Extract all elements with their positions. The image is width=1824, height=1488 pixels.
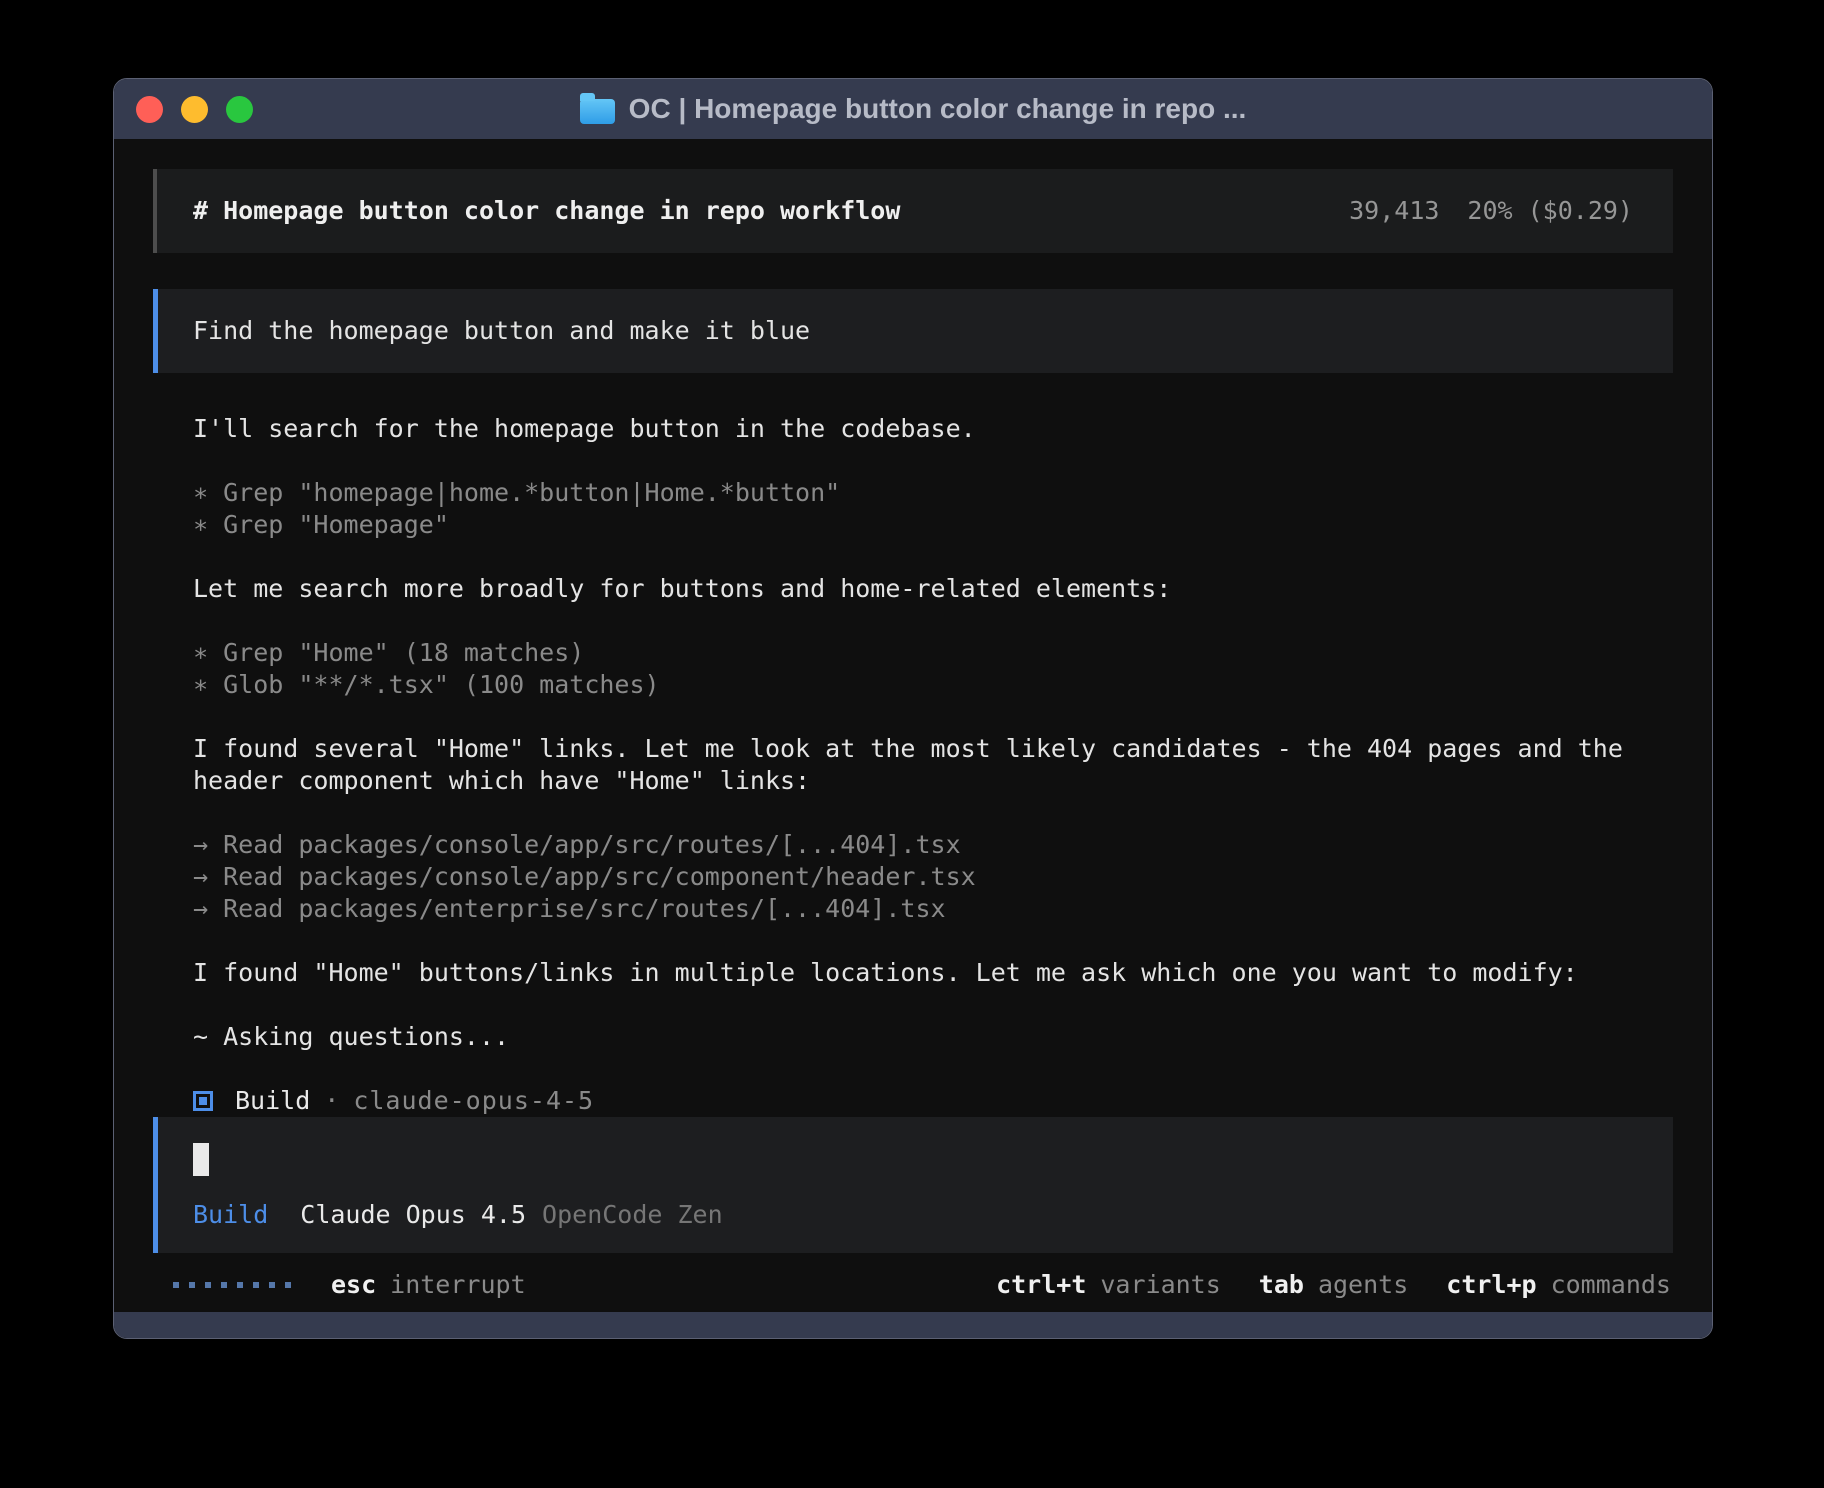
context-usage: 20% ($0.29) (1467, 196, 1633, 225)
window-title: OC | Homepage button color change in rep… (629, 93, 1247, 125)
hint-label: interrupt (390, 1269, 525, 1301)
agent-model-id: claude-opus-4-5 (353, 1085, 594, 1117)
window-title-group: OC | Homepage button color change in rep… (580, 93, 1247, 125)
agent-icon (193, 1091, 213, 1111)
terminal-window: OC | Homepage button color change in rep… (113, 78, 1713, 1339)
titlebar: OC | Homepage button color change in rep… (114, 79, 1712, 139)
hint-agents: tab agents (1259, 1269, 1408, 1301)
statusbar-hints: ctrl+t variants tab agents ctrl+p comman… (958, 1269, 1671, 1301)
tool-call-grep: ∗ Grep "Homepage" (193, 509, 1633, 541)
window-controls (136, 79, 253, 139)
composer-meta: Build Claude Opus 4.5 OpenCode Zen (193, 1199, 1638, 1231)
window-bottom-bar (114, 1312, 1712, 1338)
hint-label: agents (1318, 1269, 1408, 1301)
folder-icon (580, 99, 615, 124)
assistant-status-text: ~ Asking questions... (193, 1021, 1633, 1053)
agent-name: Build (235, 1085, 310, 1117)
spinner-dot (285, 1282, 291, 1288)
tool-call-glob: ∗ Glob "**/*.tsx" (100 matches) (193, 669, 1633, 701)
tool-call-grep: ∗ Grep "Home" (18 matches) (193, 637, 1633, 669)
text-cursor (193, 1143, 209, 1176)
hint-commands: ctrl+p commands (1446, 1269, 1671, 1301)
key-esc: esc (331, 1269, 376, 1301)
zoom-button[interactable] (226, 96, 253, 123)
statusbar: esc interrupt ctrl+t variants tab agents… (153, 1269, 1673, 1301)
session-stats: 39,413 20% ($0.29) (1349, 195, 1633, 227)
assistant-text: I found several "Home" links. Let me loo… (193, 733, 1633, 797)
session-header: # Homepage button color change in repo w… (153, 169, 1673, 253)
token-count: 39,413 (1349, 196, 1439, 225)
spinner-dot (205, 1282, 211, 1288)
spinner-dot (221, 1282, 227, 1288)
tool-call-read: → Read packages/enterprise/src/routes/[.… (193, 893, 1633, 925)
assistant-transcript: I'll search for the homepage button in t… (153, 413, 1673, 1053)
hint-label: commands (1551, 1269, 1671, 1301)
terminal-content: # Homepage button color change in repo w… (114, 139, 1712, 1312)
separator-dot: · (324, 1085, 339, 1117)
hint-variants: ctrl+t variants (996, 1269, 1221, 1301)
session-title: # Homepage button color change in repo w… (193, 195, 900, 227)
spinner-dot (237, 1282, 243, 1288)
spinner-dot (269, 1282, 275, 1288)
spinner-dot (173, 1282, 179, 1288)
assistant-text: I found "Home" buttons/links in multiple… (193, 957, 1633, 989)
key-ctrl-p: ctrl+p (1446, 1269, 1536, 1301)
prompt-input[interactable]: Build Claude Opus 4.5 OpenCode Zen (153, 1117, 1673, 1253)
spinner-dots (173, 1282, 291, 1288)
tool-call-grep: ∗ Grep "homepage|home.*button|Home.*butt… (193, 477, 1633, 509)
key-ctrl-t: ctrl+t (996, 1269, 1086, 1301)
user-message-text: Find the homepage button and make it blu… (193, 315, 810, 347)
assistant-text: I'll search for the homepage button in t… (193, 413, 1633, 445)
spinner-dot (253, 1282, 259, 1288)
agent-status-line: Build · claude-opus-4-5 (153, 1085, 1673, 1117)
spinner-dot (189, 1282, 195, 1288)
hint-label: variants (1100, 1269, 1220, 1301)
user-message: Find the homepage button and make it blu… (153, 289, 1673, 373)
close-button[interactable] (136, 96, 163, 123)
key-tab: tab (1259, 1269, 1304, 1301)
composer-mode: Build (193, 1199, 268, 1231)
minimize-button[interactable] (181, 96, 208, 123)
hint-interrupt: esc interrupt (331, 1269, 526, 1301)
assistant-text: Let me search more broadly for buttons a… (193, 573, 1633, 605)
composer-provider: OpenCode Zen (542, 1199, 723, 1231)
tool-call-read: → Read packages/console/app/src/routes/[… (193, 829, 1633, 861)
tool-call-read: → Read packages/console/app/src/componen… (193, 861, 1633, 893)
composer-model: Claude Opus 4.5 (300, 1199, 526, 1231)
